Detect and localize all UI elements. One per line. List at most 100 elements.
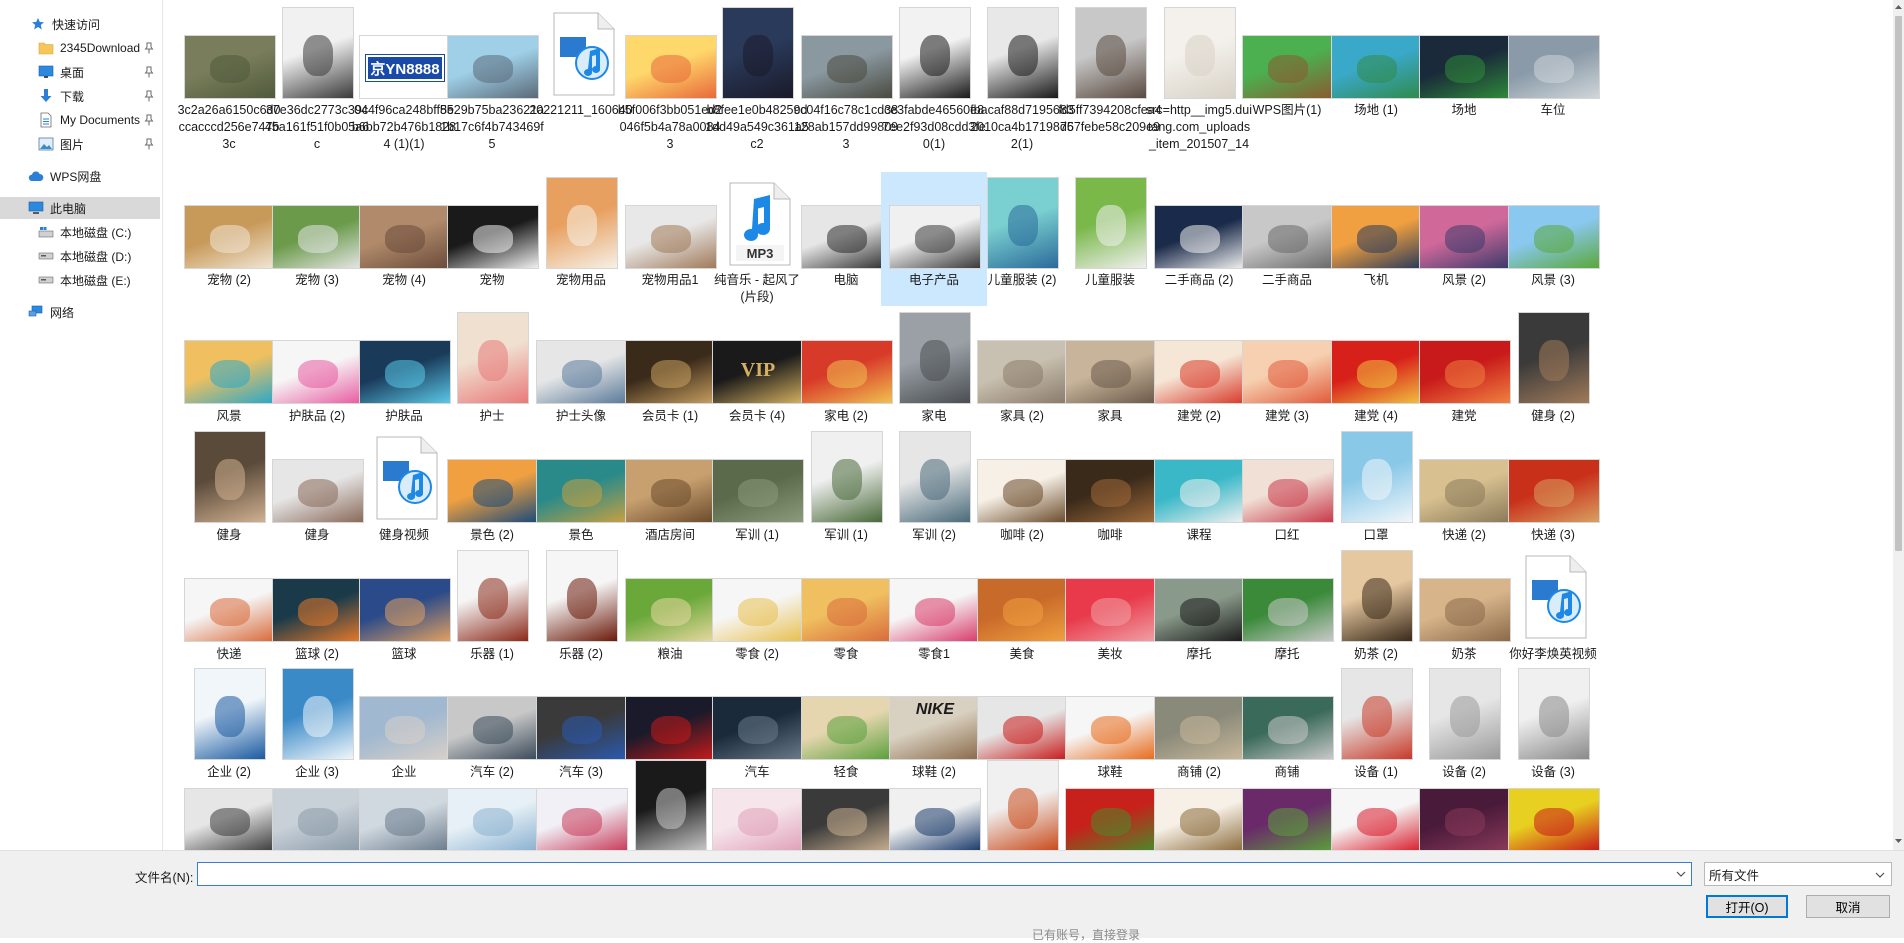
file-grid: 3c2a26a6150c6d0ccacccd256e747b3c 37e36dc2… xyxy=(172,0,1894,850)
scroll-down-icon[interactable] xyxy=(1894,836,1903,846)
thumbnail-phone xyxy=(987,760,1059,850)
file-item[interactable]: 车位 xyxy=(1500,3,1606,163)
thumbnail-lab xyxy=(447,788,539,850)
pin-icon xyxy=(144,42,154,54)
thumbnail-businessman-sign xyxy=(282,7,354,99)
pin-icon xyxy=(144,138,154,150)
thumbnail-fitness-man xyxy=(1518,312,1590,404)
thumbnail-subject xyxy=(1361,696,1393,738)
nav-drive-e[interactable]: 本地磁盘 (E:) xyxy=(0,269,160,291)
thumbnail-subject xyxy=(1003,359,1043,389)
thumbnail-machine-tall xyxy=(1429,668,1501,760)
thumbnail-subject xyxy=(1445,224,1485,254)
thumbnail-subject xyxy=(1268,478,1308,508)
thumbnail-shop-street xyxy=(1154,696,1246,760)
nav-drive-label: 本地磁盘 (E:) xyxy=(60,273,131,288)
file-item[interactable] xyxy=(1500,786,1606,850)
filename-combobox[interactable] xyxy=(197,862,1692,886)
thumbnail-nurse xyxy=(457,312,529,404)
thumbnail-subject xyxy=(831,459,863,501)
thumbnail-subject xyxy=(1268,597,1308,627)
thumbnail-subject xyxy=(827,359,867,389)
thumbnail-tomatoes xyxy=(1065,788,1157,850)
thumbnail-subject xyxy=(919,459,951,501)
thumbnail-subject xyxy=(562,807,602,837)
file-item[interactable]: 你好李焕英视频 xyxy=(1500,548,1606,662)
thumbnail-stove xyxy=(1518,668,1590,760)
thumbnail-subject xyxy=(210,224,250,254)
thumbnail-vip-card-gold: VIP xyxy=(712,340,804,404)
pictures-icon xyxy=(38,136,54,152)
scroll-up-icon[interactable] xyxy=(1894,2,1903,12)
chevron-down-icon[interactable] xyxy=(1873,868,1887,882)
thumbnail-subject xyxy=(1268,54,1308,84)
thumbnail-subject xyxy=(1268,807,1308,837)
drive-icon xyxy=(38,272,54,288)
star-icon xyxy=(30,16,46,32)
nav-item-pictures[interactable]: 图片 xyxy=(0,133,160,155)
file-item[interactable]: 设备 (3) xyxy=(1500,666,1606,782)
thumbnail-courier xyxy=(1508,459,1600,523)
cloud-icon xyxy=(28,168,44,184)
cancel-button[interactable]: 取消 xyxy=(1806,895,1890,918)
thumbnail-wedding-dress xyxy=(1164,7,1236,99)
thumbnail-subject xyxy=(1091,807,1131,837)
thumbnail-subject xyxy=(302,696,334,738)
thumbnail-subject xyxy=(1445,359,1485,389)
thumbnail-subject xyxy=(1357,54,1397,84)
thumbnail-subject xyxy=(385,359,425,389)
desktop-icon xyxy=(38,64,54,80)
thumbnail-parking xyxy=(1508,35,1600,99)
thumbnail-subject xyxy=(651,224,691,254)
filename-label: 文件名(N): xyxy=(135,871,194,885)
nav-item-desktop[interactable]: 桌面 xyxy=(0,61,160,83)
nav-item-label: 图片 xyxy=(60,137,85,152)
nav-network[interactable]: 网络 xyxy=(0,301,160,323)
chevron-down-icon[interactable] xyxy=(1674,867,1688,881)
nav-quick-access-label: 快速访问 xyxy=(52,17,101,32)
nav-item-2345download[interactable]: 2345Download xyxy=(0,37,160,59)
file-item[interactable]: 快递 (3) xyxy=(1500,430,1606,544)
folder-icon xyxy=(38,40,54,56)
vertical-scrollbar[interactable] xyxy=(1893,0,1904,850)
thumbnail-airplane xyxy=(1331,205,1423,269)
thumbnail-soldiers xyxy=(712,459,804,523)
nav-this-pc[interactable]: 此电脑 xyxy=(0,197,160,219)
thumbnail-subject xyxy=(1007,35,1039,77)
thumbnail-subject xyxy=(566,578,598,620)
file-item[interactable]: 风景 (3) xyxy=(1500,172,1606,306)
thumbnail-enterprise-poster xyxy=(194,668,266,760)
thumbnail-subject xyxy=(651,715,691,745)
thumbnail-milk-tea xyxy=(1341,550,1413,642)
thumbnail-subject xyxy=(1091,478,1131,508)
thumbnail-subject xyxy=(738,807,778,837)
nav-drive-c[interactable]: 本地磁盘 (C:) xyxy=(0,221,160,243)
thumbnail-subject xyxy=(1445,597,1485,627)
filename-input[interactable] xyxy=(198,863,1668,885)
thumbnail-snack-bags xyxy=(889,578,981,642)
thumbnail-subject xyxy=(651,597,691,627)
filetype-select[interactable]: 所有文件 xyxy=(1704,862,1892,886)
nav-quick-access[interactable]: 快速访问 xyxy=(0,13,160,35)
thumbnail-subject xyxy=(1180,715,1220,745)
thumbnail-subject xyxy=(827,807,867,837)
thumbnail-subject xyxy=(566,205,598,247)
thumbnail-fitness xyxy=(194,431,266,523)
thumbnail-sofa xyxy=(977,340,1069,404)
thumbnail-motorcycle xyxy=(1154,578,1246,642)
thumbnail-subject xyxy=(738,478,778,508)
thumbnail-subject xyxy=(1180,807,1220,837)
nav-drive-d[interactable]: 本地磁盘 (D:) xyxy=(0,245,160,267)
nav-item-downloads[interactable]: 下载 xyxy=(0,85,160,107)
scrollbar-thumb[interactable] xyxy=(1895,16,1902,551)
thumbnail-soldiers-two xyxy=(899,431,971,523)
open-button[interactable]: 打开(O) xyxy=(1706,895,1788,918)
thumbnail-lipsticks xyxy=(1242,459,1334,523)
file-item[interactable]: 健身 (2) xyxy=(1500,310,1606,426)
thumbnail-subject xyxy=(1095,35,1127,77)
nav-wps-cloud[interactable]: WPS网盘 xyxy=(0,165,160,187)
thumbnail-eagle xyxy=(282,668,354,760)
thumbnail-fruits xyxy=(1242,788,1334,850)
drive-icon xyxy=(38,248,54,264)
nav-item-my-documents[interactable]: My Documents xyxy=(0,109,160,131)
